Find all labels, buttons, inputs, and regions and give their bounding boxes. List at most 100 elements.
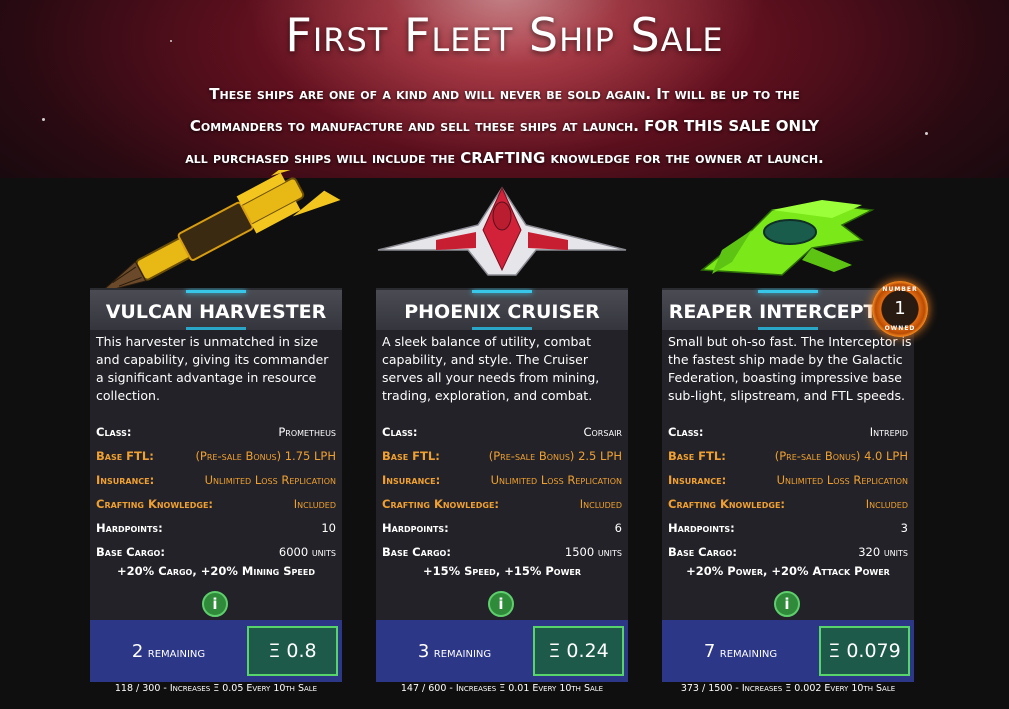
stat-label: Crafting Knowledge:	[382, 497, 500, 511]
info-icon[interactable]: i	[774, 591, 800, 617]
stat-crafting: Crafting Knowledge: Included	[668, 492, 908, 516]
ship-stats: Class: Intrepid Base FTL: (Pre-sale Bonus)…	[668, 420, 908, 564]
red-white-cruiser-ship-icon	[376, 170, 628, 288]
stat-value: (Pre-sale Bonus) 1.75 LPH	[195, 449, 336, 463]
subtitle-line: These ships are one of a kind and will n…	[209, 85, 800, 103]
stat-label: Class:	[96, 425, 132, 439]
stat-insurance: Insurance: Unlimited Loss Replication	[96, 468, 336, 492]
stat-value: 6000 units	[278, 545, 336, 559]
stat-value: Unlimited Loss Replication	[490, 473, 622, 487]
stat-value: Intrepid	[869, 425, 908, 439]
stat-value: (Pre-sale Bonus) 2.5 LPH	[488, 449, 622, 463]
stat-value: (Pre-sale Bonus) 4.0 LPH	[774, 449, 908, 463]
buy-price-button[interactable]: Ξ 0.24	[533, 626, 624, 676]
stat-crafting: Crafting Knowledge: Included	[96, 492, 336, 516]
stat-hardpoints: Hardpoints: 3	[668, 516, 908, 540]
stat-label: Base Cargo:	[96, 545, 165, 559]
stat-value: 3	[900, 521, 908, 535]
stat-value: Unlimited Loss Replication	[776, 473, 908, 487]
stat-value: Included	[293, 497, 336, 511]
ship-card-vulcan: VULCAN HARVESTER This harvester is unmat…	[90, 145, 342, 709]
ship-bonus: +15% Speed, +15% Power	[422, 564, 582, 578]
purchase-bar: 7 remaining Ξ 0.079	[662, 620, 914, 682]
stat-label: Base Cargo:	[668, 545, 737, 559]
subtitle-line: Commanders to manufacture and sell these…	[189, 117, 820, 135]
stat-label: Hardpoints:	[668, 521, 735, 535]
stat-value: 320 units	[858, 545, 908, 559]
stat-label: Crafting Knowledge:	[96, 497, 214, 511]
stat-class: Class: Intrepid	[668, 420, 908, 444]
number-owned-badge: NUMBER 1 OWNED	[872, 281, 928, 337]
price-increase-note: 118 / 300 - Increases Ξ 0.05 Every 10th …	[114, 683, 318, 694]
stat-cargo: Base Cargo: 320 units	[668, 540, 908, 564]
ship-stats: Class: Corsair Base FTL: (Pre-sale Bonus) …	[382, 420, 622, 564]
ship-card-reaper: REAPER INTERCEPTOR Small but oh-so fast.…	[662, 170, 928, 709]
remaining-label: remaining	[433, 645, 492, 661]
stat-label: Hardpoints:	[96, 521, 163, 535]
stat-ftl: Base FTL: (Pre-sale Bonus) 1.75 LPH	[96, 444, 336, 468]
yellow-harvester-ship-icon	[90, 145, 342, 293]
remaining-number: 2	[131, 641, 144, 662]
ship-description: Small but oh-so fast. The Interceptor is…	[668, 334, 912, 403]
star-decoration	[925, 132, 928, 135]
stat-label: Hardpoints:	[382, 521, 449, 535]
ship-bonus: +20% Cargo, +20% Mining Speed	[117, 564, 315, 578]
ship-description: A sleek balance of utility, combat capab…	[382, 334, 600, 403]
remaining-label: remaining	[719, 645, 778, 661]
stat-label: Crafting Knowledge:	[668, 497, 786, 511]
stat-label: Class:	[668, 425, 704, 439]
stat-class: Class: Prometheus	[96, 420, 336, 444]
stat-class: Class: Corsair	[382, 420, 622, 444]
stat-label: Base FTL:	[382, 449, 440, 463]
badge-bottom-text: OWNED	[884, 325, 916, 332]
stat-insurance: Insurance: Unlimited Loss Replication	[668, 468, 908, 492]
price-increase-note: 373 / 1500 - Increases Ξ 0.002 Every 10t…	[680, 683, 896, 694]
stat-label: Insurance:	[668, 473, 727, 487]
star-decoration	[42, 118, 45, 121]
stat-value: 6	[614, 521, 622, 535]
stat-ftl: Base FTL: (Pre-sale Bonus) 4.0 LPH	[668, 444, 908, 468]
ship-bonus: +20% Power, +20% Attack Power	[686, 564, 890, 578]
info-icon[interactable]: i	[202, 591, 228, 617]
remaining-count: 2 remaining	[90, 620, 247, 682]
hero-banner: First Fleet Ship Sale These ships are on…	[0, 0, 1009, 178]
remaining-label: remaining	[147, 645, 206, 661]
stat-hardpoints: Hardpoints: 6	[382, 516, 622, 540]
page-title: First Fleet Ship Sale	[285, 8, 724, 62]
stat-cargo: Base Cargo: 6000 units	[96, 540, 336, 564]
stat-value: Prometheus	[278, 425, 336, 439]
ship-details: Small but oh-so fast. The Interceptor is…	[662, 330, 914, 620]
stat-label: Insurance:	[96, 473, 155, 487]
price-increase-note: 147 / 600 - Increases Ξ 0.01 Every 10th …	[400, 683, 604, 694]
ship-details: This harvester is unmatched in size and …	[90, 330, 342, 620]
stat-crafting: Crafting Knowledge: Included	[382, 492, 622, 516]
ship-details: A sleek balance of utility, combat capab…	[376, 330, 628, 620]
info-icon[interactable]: i	[488, 591, 514, 617]
ship-name: VULCAN HARVESTER	[90, 288, 342, 330]
remaining-count: 3 remaining	[376, 620, 533, 682]
green-interceptor-ship-icon	[662, 170, 914, 288]
buy-price-button[interactable]: Ξ 0.8	[247, 626, 338, 676]
remaining-count: 7 remaining	[662, 620, 819, 682]
ship-stats: Class: Prometheus Base FTL: (Pre-sale Bonu…	[96, 420, 336, 564]
stat-value: Included	[865, 497, 908, 511]
buy-price-button[interactable]: Ξ 0.079	[819, 626, 910, 676]
stat-value: Unlimited Loss Replication	[204, 473, 336, 487]
remaining-number: 3	[417, 641, 430, 662]
stat-value: Included	[579, 497, 622, 511]
purchase-bar: 2 remaining Ξ 0.8	[90, 620, 342, 682]
stat-label: Insurance:	[382, 473, 441, 487]
stat-value: 10	[321, 521, 336, 535]
purchase-bar: 3 remaining Ξ 0.24	[376, 620, 628, 682]
stat-value: 1500 units	[564, 545, 622, 559]
stat-cargo: Base Cargo: 1500 units	[382, 540, 622, 564]
remaining-number: 7	[703, 641, 716, 662]
stat-insurance: Insurance: Unlimited Loss Replication	[382, 468, 622, 492]
page-subtitle: These ships are one of a kind and will n…	[150, 78, 859, 174]
ship-description: This harvester is unmatched in size and …	[96, 334, 329, 403]
stat-hardpoints: Hardpoints: 10	[96, 516, 336, 540]
ship-name: PHOENIX CRUISER	[376, 288, 628, 330]
stat-label: Base Cargo:	[382, 545, 451, 559]
stat-label: Base FTL:	[668, 449, 726, 463]
stat-ftl: Base FTL: (Pre-sale Bonus) 2.5 LPH	[382, 444, 622, 468]
